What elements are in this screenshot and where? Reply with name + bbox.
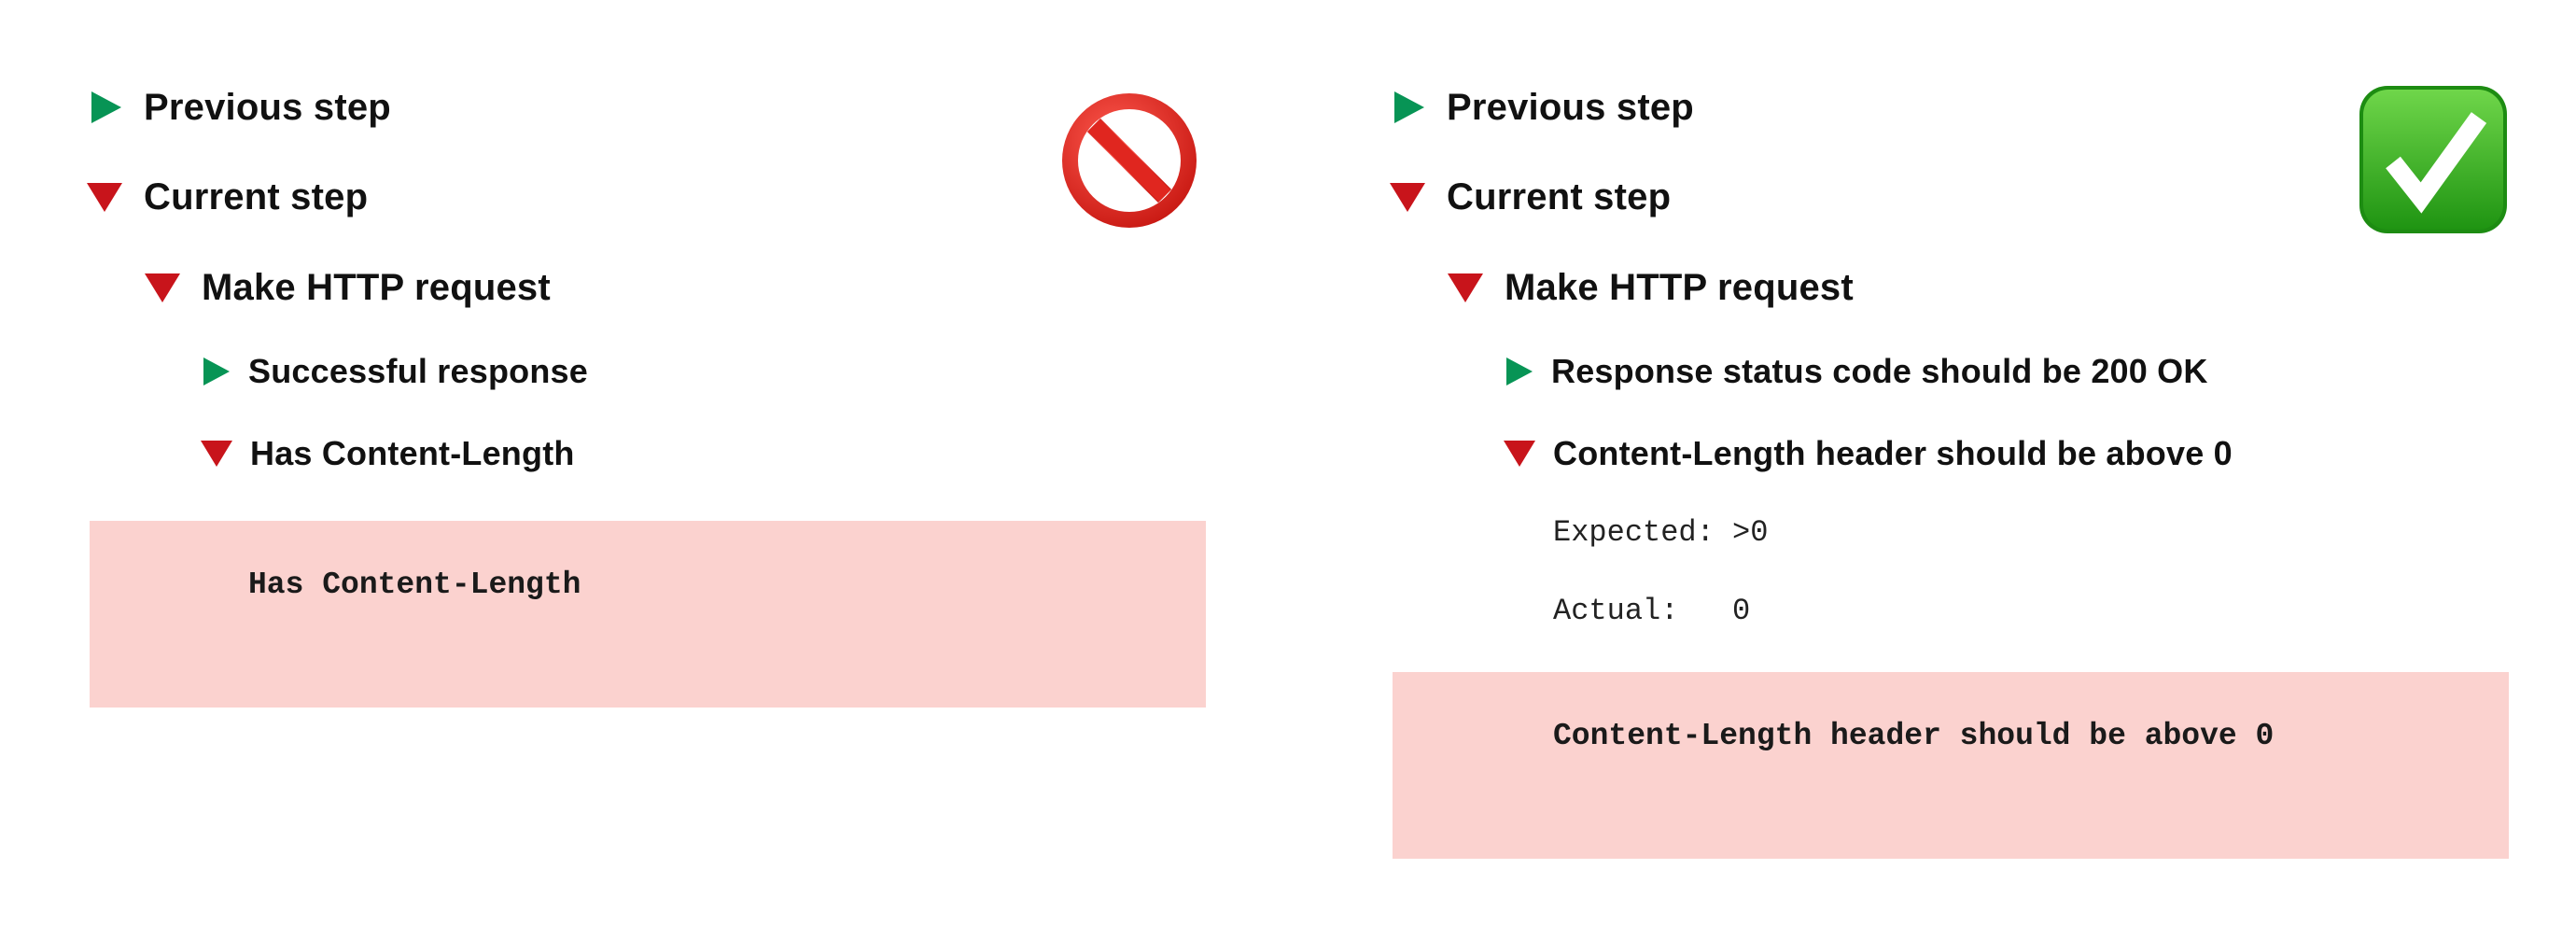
left-panel: Previous step Current step Make HTTP req… [0,0,1288,939]
tree-item-previous-step[interactable]: Previous step [90,79,391,135]
tree-item-check-content-length-header[interactable]: Content-Length header should be above 0 [1503,426,2233,482]
tree-item-label: Has Content-Length [250,434,575,472]
collapsed-triangle-icon[interactable] [202,356,231,387]
error-message-box: Has Content-Length [90,521,1206,708]
tree-item-label: Current step [1447,175,1672,217]
tree-item-label: Successful response [248,352,588,390]
tree-item-label: Make HTTP request [202,266,551,308]
expanded-triangle-icon[interactable] [1389,181,1426,213]
expanded-triangle-icon[interactable] [200,440,233,468]
tree-item-check-status-code[interactable]: Response status code should be 200 OK [1505,343,2208,399]
check-mark-icon [2358,84,2509,235]
collapsed-triangle-icon[interactable] [90,90,123,125]
tree-item-label: Previous step [1447,86,1694,128]
tree-item-label: Current step [144,175,369,217]
actual-value-line: Actual: 0 [1553,594,1751,628]
expanded-triangle-icon[interactable] [144,272,181,303]
tree-item-current-step[interactable]: Current step [86,169,368,225]
right-panel: Previous step Current step Make HTTP req… [1288,0,2576,939]
tree-item-make-http-request[interactable]: Make HTTP request [144,259,551,315]
tree-item-make-http-request[interactable]: Make HTTP request [1447,259,1854,315]
tree-item-check-has-content-length[interactable]: Has Content-Length [200,426,575,482]
tree-item-label: Response status code should be 200 OK [1551,352,2208,390]
expanded-triangle-icon[interactable] [1447,272,1484,303]
error-message-box: Content-Length header should be above 0 [1393,672,2509,859]
expanded-triangle-icon[interactable] [86,181,123,213]
error-message-text: Content-Length header should be above 0 [1553,719,2275,753]
tree-item-current-step[interactable]: Current step [1389,169,1671,225]
tree-item-check-successful-response[interactable]: Successful response [202,343,588,399]
expanded-triangle-icon[interactable] [1503,440,1536,468]
tree-item-label: Previous step [144,86,391,128]
collapsed-triangle-icon[interactable] [1393,90,1426,125]
prohibited-icon [1060,91,1198,230]
tree-item-label: Content-Length header should be above 0 [1553,434,2233,472]
error-message-text: Has Content-Length [248,568,581,602]
collapsed-triangle-icon[interactable] [1505,356,1534,387]
expected-value-line: Expected: >0 [1553,515,1769,550]
tree-item-label: Make HTTP request [1505,266,1854,308]
tree-item-previous-step[interactable]: Previous step [1393,79,1694,135]
